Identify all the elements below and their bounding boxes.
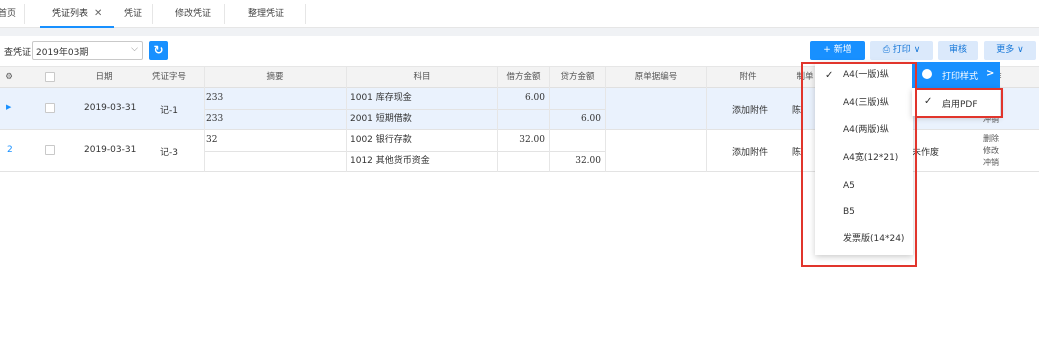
col-divider bbox=[706, 66, 707, 172]
row-date: 2019-03-31 bbox=[84, 145, 137, 155]
tab-bar: 首页 凭证列表 ✕ 凭证 修改凭证 整理凭证 bbox=[0, 0, 1039, 28]
row-indicator: ▶ bbox=[6, 103, 12, 111]
col-divider bbox=[346, 66, 347, 172]
header-credit: 贷方金额 bbox=[560, 72, 595, 82]
row-debit: 6.00 bbox=[524, 93, 545, 103]
header-debit: 借方金额 bbox=[506, 72, 541, 82]
col-divider bbox=[549, 66, 550, 172]
tab-divider bbox=[24, 4, 25, 24]
row-summary: 32 bbox=[206, 135, 218, 145]
tab-divider bbox=[152, 4, 153, 24]
tab-organize-voucher[interactable]: 整理凭证 bbox=[248, 0, 284, 28]
row-indicator: 2 bbox=[7, 145, 13, 155]
line-divider bbox=[204, 151, 606, 152]
period-value: 2019年03期 bbox=[36, 48, 89, 58]
chevron-down-icon: ∨ bbox=[913, 45, 921, 55]
tab-edit-voucher[interactable]: 修改凭证 bbox=[175, 0, 211, 28]
row-maker: 陈 bbox=[792, 106, 802, 116]
col-divider bbox=[497, 66, 498, 172]
row-checkbox[interactable] bbox=[45, 145, 55, 158]
chevron-right-icon: > bbox=[986, 68, 995, 79]
settings-icon[interactable]: ⚙ bbox=[0, 67, 18, 89]
refresh-button[interactable]: ↻ bbox=[149, 41, 168, 60]
pdf-dot-icon bbox=[922, 69, 932, 79]
highlight-box bbox=[801, 62, 917, 267]
header-summary: 摘要 bbox=[266, 72, 284, 82]
row-maker: 陈 bbox=[792, 148, 802, 158]
delete-link[interactable]: 删除 bbox=[983, 133, 999, 144]
tab-divider bbox=[305, 4, 306, 24]
audit-button[interactable]: 审核 bbox=[938, 41, 978, 60]
submenu-title: 打印样式 bbox=[942, 72, 979, 82]
close-icon[interactable]: ✕ bbox=[94, 8, 102, 19]
row-voucher-no[interactable]: 记-3 bbox=[160, 145, 178, 158]
chevron-down-icon: ∨ bbox=[1017, 45, 1024, 55]
header-date: 日期 bbox=[95, 72, 113, 82]
highlight-box bbox=[915, 88, 1003, 118]
print-label: 打印 bbox=[892, 45, 911, 55]
select-all-checkbox[interactable] bbox=[42, 67, 58, 89]
header-doc-no: 原单据编号 bbox=[634, 72, 678, 82]
row-credit: 32.00 bbox=[575, 156, 601, 166]
col-divider bbox=[605, 66, 606, 172]
row-subject: 1002 银行存款 bbox=[350, 135, 412, 145]
reverse-link[interactable]: 冲销 bbox=[983, 157, 999, 168]
header-attachment: 附件 bbox=[739, 72, 757, 82]
row-summary: 233 bbox=[206, 114, 224, 124]
query-label: 查凭证 bbox=[4, 48, 32, 58]
edit-link[interactable]: 修改 bbox=[983, 145, 999, 156]
col-divider bbox=[204, 66, 205, 172]
print-button[interactable]: ⎙ 打印 ∨ bbox=[870, 41, 933, 60]
row-debit: 32.00 bbox=[519, 135, 545, 145]
add-attachment-link[interactable]: 添加附件 bbox=[732, 145, 768, 158]
tab-voucher[interactable]: 凭证 bbox=[124, 0, 142, 28]
more-label: 更多 bbox=[996, 45, 1015, 55]
print-style-submenu-header[interactable]: 打印样式 > bbox=[912, 62, 1000, 88]
row-subject: 1012 其他货币资金 bbox=[350, 156, 430, 166]
refresh-icon: ↻ bbox=[153, 43, 164, 57]
tab-divider bbox=[224, 4, 225, 24]
tab-voucher-list[interactable]: 凭证列表 ✕ bbox=[40, 0, 115, 28]
period-select[interactable]: 2019年03期 ⌵ bbox=[32, 41, 143, 60]
header-subject: 科目 bbox=[413, 72, 431, 82]
row-subject: 1001 库存现金 bbox=[350, 93, 412, 103]
row-summary: 233 bbox=[206, 93, 224, 103]
chevron-down-icon: ⌵ bbox=[131, 44, 138, 54]
line-divider bbox=[204, 109, 606, 110]
tab-voucher-list-label: 凭证列表 bbox=[52, 9, 89, 19]
row-voucher-no[interactable]: 记-1 bbox=[160, 103, 178, 116]
row-checkbox[interactable] bbox=[45, 103, 55, 116]
header-voucher-no: 凭证字号 bbox=[151, 72, 186, 82]
row-date: 2019-03-31 bbox=[84, 103, 137, 113]
more-button[interactable]: 更多 ∨ bbox=[984, 41, 1036, 60]
printer-icon: ⎙ bbox=[882, 45, 890, 55]
content-separator bbox=[0, 28, 1039, 36]
add-button[interactable]: + 新增 bbox=[810, 41, 865, 60]
row-subject: 2001 短期借款 bbox=[350, 114, 412, 124]
tab-home[interactable]: 首页 bbox=[0, 0, 16, 28]
add-attachment-link[interactable]: 添加附件 bbox=[732, 103, 768, 116]
row-credit: 6.00 bbox=[580, 114, 601, 124]
